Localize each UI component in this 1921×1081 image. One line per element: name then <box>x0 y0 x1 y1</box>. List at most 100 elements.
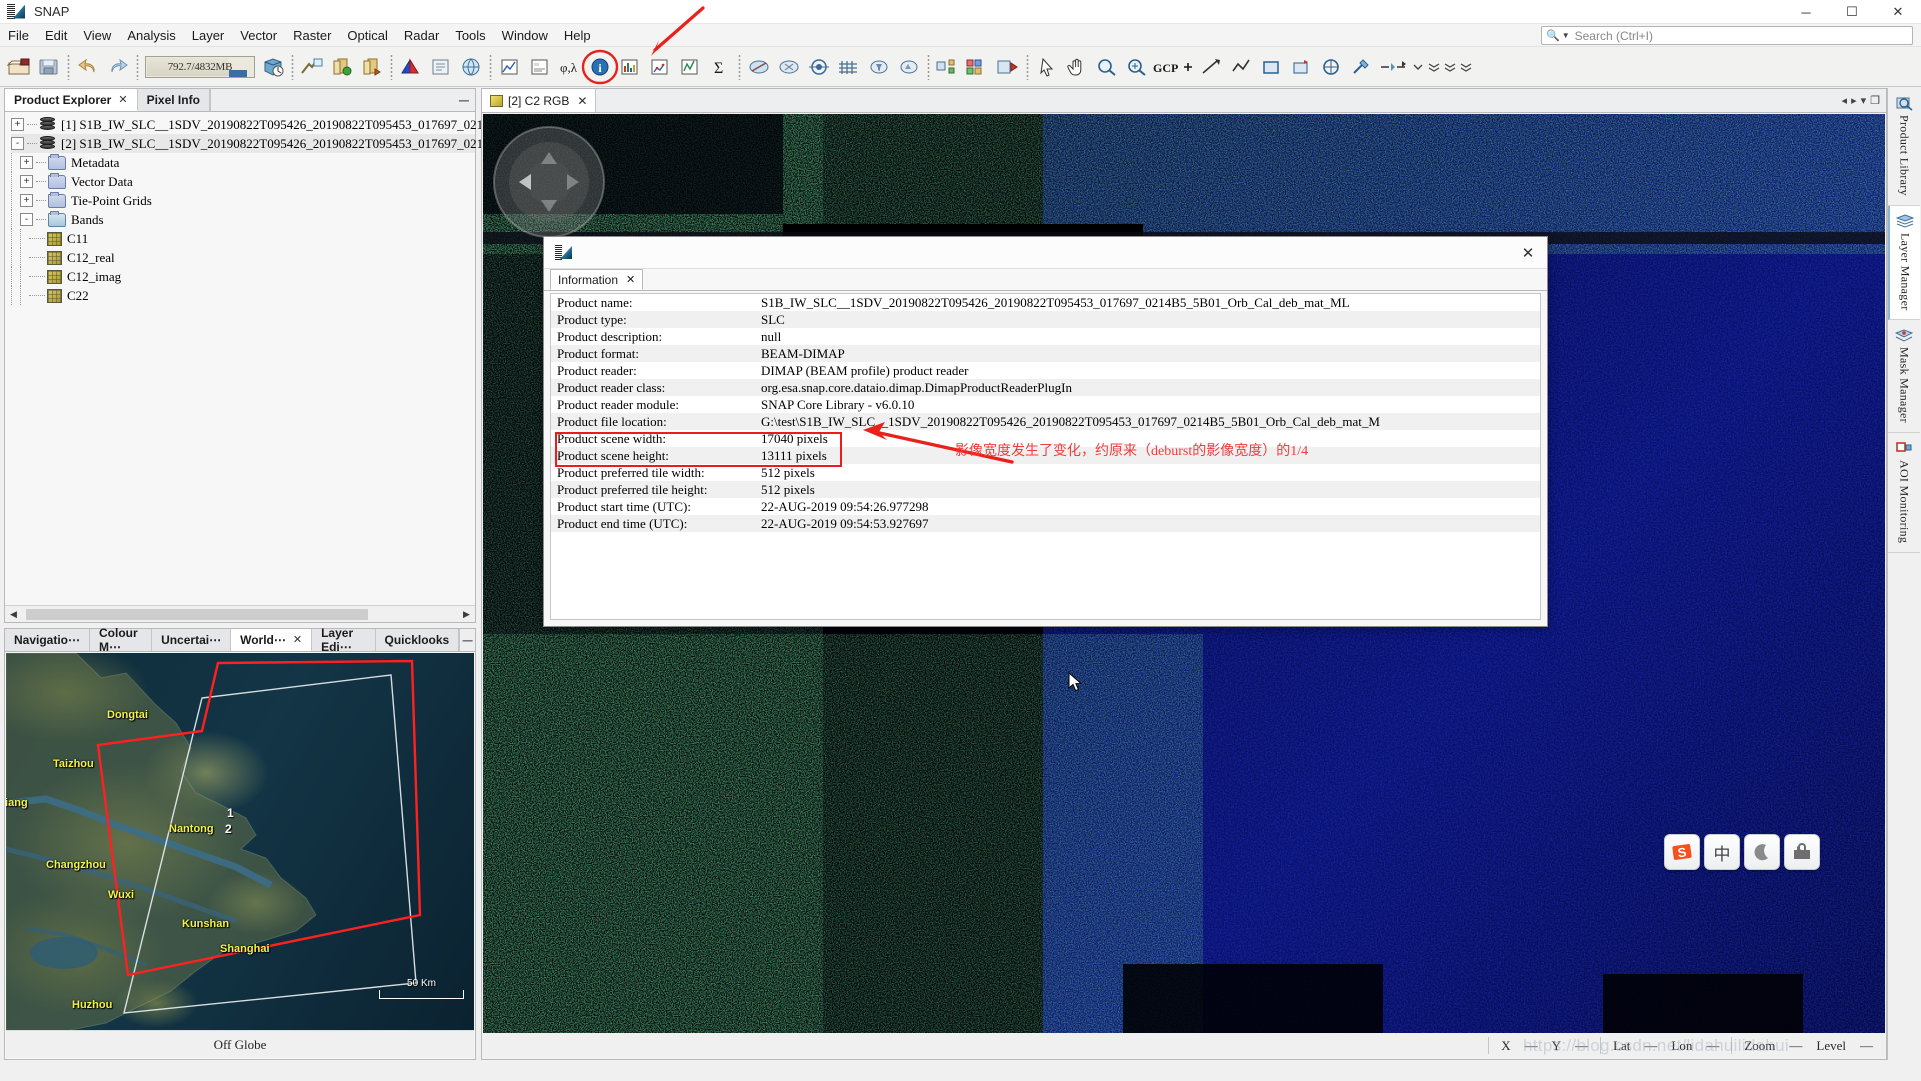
menu-optical[interactable]: Optical <box>339 26 395 45</box>
sidebar-item-layer-manager[interactable]: Layer Manager <box>1888 205 1920 321</box>
undo-icon[interactable] <box>73 51 103 83</box>
minimize-button[interactable]: ─ <box>1783 0 1829 24</box>
menu-view[interactable]: View <box>75 26 119 45</box>
band-maths-icon[interactable] <box>774 51 804 83</box>
sogou-logo-icon[interactable]: S <box>1664 834 1700 870</box>
sidebar-item-mask-manager[interactable]: Mask Manager <box>1888 320 1920 434</box>
magic-stick-icon[interactable] <box>1346 51 1376 83</box>
search-input[interactable]: 🔍 ▼ Search (Ctrl+I) <box>1541 26 1913 45</box>
zoom-tool-icon[interactable] <box>1092 51 1122 83</box>
polyline-drawing-tool-icon[interactable] <box>1226 51 1256 83</box>
chevron-down-icon[interactable] <box>1410 51 1426 83</box>
product-metadata-icon[interactable] <box>426 51 456 83</box>
tab-information[interactable]: Information ✕ <box>550 269 644 290</box>
minimize-panel-button[interactable]: ─ <box>460 629 475 651</box>
menu-window[interactable]: Window <box>494 26 556 45</box>
menu-edit[interactable]: Edit <box>37 26 75 45</box>
subset-icon[interactable] <box>744 51 774 83</box>
scroll-left-icon[interactable]: ◀ <box>5 606 22 622</box>
histogram-icon[interactable] <box>615 51 645 83</box>
scroll-thumb[interactable] <box>26 608 368 620</box>
expander-icon[interactable]: + <box>20 194 33 207</box>
tree-node-tie-point-grids[interactable]: + Tie-Point Grids <box>11 191 475 210</box>
moon-icon[interactable] <box>1744 834 1780 870</box>
memory-monitor[interactable]: 792.7/4832MB <box>145 55 255 78</box>
tab-world-view[interactable]: World⋯ ✕ <box>231 629 313 651</box>
product-tree-horizontal-scrollbar[interactable]: ◀ ▶ <box>5 605 475 622</box>
maximize-editor-icon[interactable]: ❐ <box>1870 94 1880 107</box>
open-rgb-image-window-icon[interactable] <box>327 51 357 83</box>
close-icon[interactable]: ✕ <box>118 93 127 106</box>
expander-icon[interactable]: + <box>20 175 33 188</box>
range-finder-icon[interactable] <box>1376 51 1410 83</box>
menu-tools[interactable]: Tools <box>447 26 493 45</box>
mask-manager-icon[interactable] <box>804 51 834 83</box>
tree-node-metadata[interactable]: + Metadata <box>11 153 475 172</box>
import-vector-icon[interactable] <box>297 51 327 83</box>
geo-coding-icon[interactable] <box>456 51 486 83</box>
tab-layer-editor[interactable]: Layer Edi⋯ <box>312 626 376 654</box>
information-table-container[interactable]: Product name: S1B_IW_SLC__1SDV_20190822T0… <box>550 293 1541 620</box>
menu-file[interactable]: File <box>0 26 37 45</box>
expander-icon[interactable]: + <box>20 156 33 169</box>
tab-product-explorer[interactable]: Product Explorer ✕ <box>5 89 138 111</box>
menu-layer[interactable]: Layer <box>184 26 233 45</box>
close-button[interactable]: ✕ <box>1875 0 1921 24</box>
menu-radar[interactable]: Radar <box>396 26 447 45</box>
close-icon[interactable]: ✕ <box>577 94 587 108</box>
open-hsv-image-window-icon[interactable] <box>357 51 387 83</box>
magic-wand-icon[interactable] <box>1122 51 1152 83</box>
filtered-band-icon[interactable] <box>864 51 894 83</box>
menu-help[interactable]: Help <box>556 26 599 45</box>
scroll-track[interactable] <box>22 606 458 622</box>
pan-tool-icon[interactable] <box>1062 51 1092 83</box>
close-icon[interactable]: ✕ <box>626 273 635 286</box>
tree-node-bands[interactable]: - Bands <box>11 210 475 229</box>
tree-node-band-c11[interactable]: C11 <box>11 229 475 248</box>
line-drawing-tool-icon[interactable] <box>1196 51 1226 83</box>
scroll-right-icon[interactable]: ▶ <box>458 606 475 622</box>
close-icon[interactable]: ✕ <box>293 633 302 646</box>
menu-raster[interactable]: Raster <box>285 26 339 45</box>
tab-list-icon[interactable]: ▾ <box>1861 94 1867 107</box>
expander-icon[interactable]: + <box>11 118 24 131</box>
tree-node-band-c12-real[interactable]: C12_real <box>11 248 475 267</box>
statistics-icon[interactable]: Σ <box>705 51 735 83</box>
analysis-geo-icon[interactable] <box>495 51 525 83</box>
editor-tab-c2-rgb[interactable]: [2] C2 RGB ✕ <box>482 89 597 112</box>
tab-navigation[interactable]: Navigatio⋯ <box>5 629 91 651</box>
expander-icon[interactable]: - <box>20 213 33 226</box>
grid-icon[interactable] <box>834 51 864 83</box>
maximize-button[interactable]: ☐ <box>1829 0 1875 24</box>
navigation-compass-icon[interactable] <box>489 122 609 242</box>
open-product-icon[interactable] <box>4 51 34 83</box>
profile-plot-icon[interactable] <box>675 51 705 83</box>
information-icon-plain[interactable] <box>525 51 555 83</box>
toolbar-overflow-1-icon[interactable] <box>1426 51 1442 83</box>
tab-pixel-info[interactable]: Pixel Info <box>137 89 210 111</box>
gcp-placing-tool-icon[interactable]: GCP <box>1152 51 1196 83</box>
sidebar-item-aoi-monitoring[interactable]: AOI Monitoring <box>1888 433 1920 554</box>
pixel-extraction-icon[interactable] <box>933 51 963 83</box>
information-icon[interactable]: i <box>581 49 619 84</box>
gcp-manager-icon[interactable] <box>993 51 1023 83</box>
toolbar-overflow-2-icon[interactable] <box>1442 51 1458 83</box>
tab-colour-manipulation[interactable]: Colour M⋯ <box>90 626 153 654</box>
scroll-tabs-left-icon[interactable]: ◂ <box>1842 94 1848 107</box>
sidebar-item-product-library[interactable]: Product Library <box>1888 88 1920 206</box>
menu-analysis[interactable]: Analysis <box>119 26 183 45</box>
toolbar-overflow-3-icon[interactable] <box>1458 51 1474 83</box>
scatter-plot-icon[interactable] <box>645 51 675 83</box>
chinese-mode-icon[interactable]: 中 <box>1704 834 1740 870</box>
ellipse-drawing-tool-icon[interactable] <box>1286 51 1316 83</box>
save-product-icon[interactable] <box>34 51 64 83</box>
reopen-product-icon[interactable] <box>258 51 288 83</box>
scroll-tabs-right-icon[interactable]: ▸ <box>1851 94 1857 107</box>
pin-manager-icon[interactable] <box>963 51 993 83</box>
polygon-drawing-tool-icon[interactable] <box>1316 51 1346 83</box>
tree-node-vector-data[interactable]: + Vector Data <box>11 172 475 191</box>
redo-icon[interactable] <box>103 51 133 83</box>
tree-node-band-c12-imag[interactable]: C12_imag <box>11 267 475 286</box>
expander-icon[interactable]: - <box>11 137 24 150</box>
tree-node-product-1[interactable]: + [1] S1B_IW_SLC__1SDV_20190822T095426_2… <box>11 115 533 134</box>
